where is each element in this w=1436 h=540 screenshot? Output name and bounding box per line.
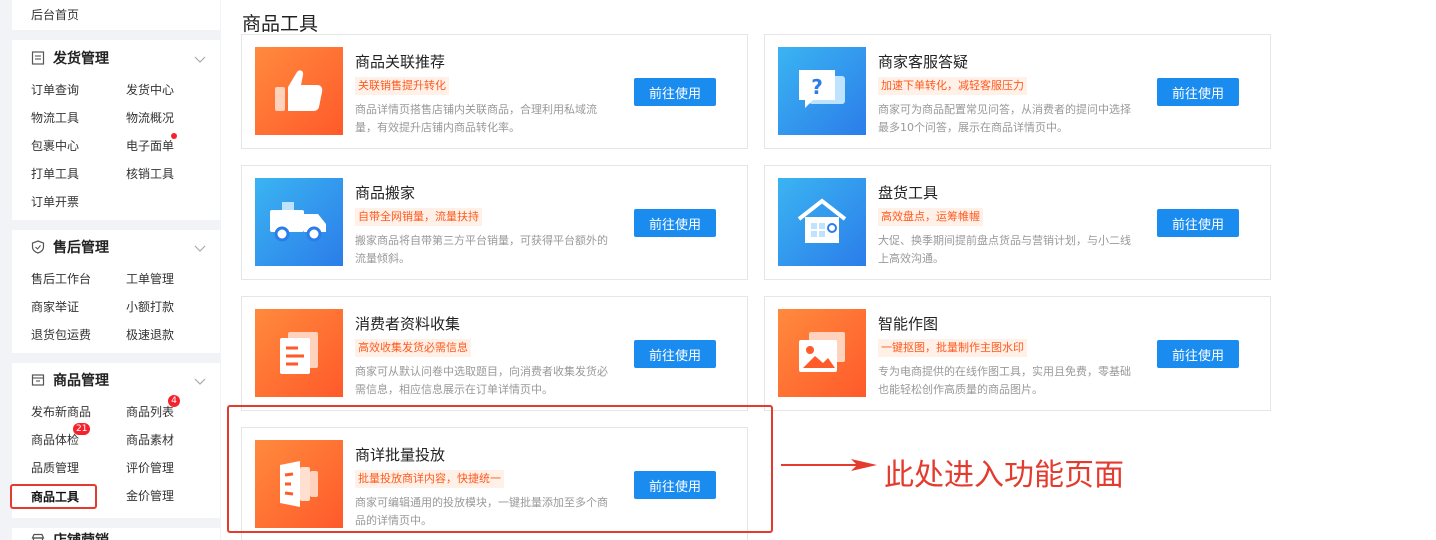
card-title: 商品关联推荐 — [355, 53, 446, 71]
card-description: 商家可从默认问卷中选取题目，向消费者收集发货必需信息，相应信息展示在订单详情页中… — [355, 365, 608, 396]
sidebar-item-print-tools[interactable]: 打单工具 — [31, 165, 79, 182]
store-icon — [31, 533, 46, 540]
sidebar-item-e-waybill[interactable]: 电子面单 — [126, 137, 174, 154]
image-icon — [799, 332, 845, 372]
card-thumbnail — [255, 178, 343, 266]
section-product-header[interactable]: 商品管理 — [31, 370, 207, 390]
sidebar-item-small-payment[interactable]: 小额打款 — [126, 298, 174, 315]
sidebar-item-return-shipping[interactable]: 退货包运费 — [31, 326, 91, 343]
notification-dot — [171, 133, 177, 139]
go-use-button[interactable]: 前往使用 — [1157, 340, 1239, 368]
card-title: 商品搬家 — [355, 184, 416, 202]
svg-text:?: ? — [811, 75, 823, 99]
sidebar-item-after-sales-desk[interactable]: 售后工作台 — [31, 270, 91, 287]
section-title: 店铺营销 — [53, 530, 109, 540]
card-title: 盘货工具 — [878, 184, 939, 202]
sidebar-item-product-list[interactable]: 商品列表 — [126, 403, 174, 420]
sidebar-item-product-check[interactable]: 商品体检 — [31, 431, 79, 448]
section-divider — [12, 30, 220, 40]
card-description: 搬家商品将自带第三方平台销量，可获得平台额外的流量倾斜。 — [355, 234, 608, 265]
sidebar-item-merchant-evidence[interactable]: 商家举证 — [31, 298, 79, 315]
section-shipping-header[interactable]: 发货管理 — [31, 48, 207, 68]
tool-card-related-recommend: 商品关联推荐 关联销售提升转化 商品详情页搭售店铺内关联商品，合理利用私域流量，… — [241, 34, 748, 149]
product-check-badge: 21 — [73, 423, 91, 435]
price-management-prefix: 金 — [126, 489, 139, 503]
section-after-sales-header[interactable]: 售后管理 — [31, 237, 207, 257]
chevron-down-icon[interactable] — [193, 373, 207, 387]
go-use-button[interactable]: 前往使用 — [1157, 78, 1239, 106]
go-use-button[interactable]: 前往使用 — [634, 78, 716, 106]
sidebar-item-new-product[interactable]: 发布新商品 — [31, 403, 91, 420]
card-title: 智能作图 — [878, 315, 939, 333]
section-marketing-header[interactable]: 店铺营销 — [31, 530, 207, 540]
page-title: 商品工具 — [242, 13, 319, 35]
page: 后台首页 发货管理 订单查询 发货中心 物流工具 物流概况 包裹中心 电子面单 … — [0, 0, 1436, 540]
chevron-down-icon[interactable] — [193, 51, 207, 65]
card-tag: 自带全网销量，流量扶持 — [355, 208, 482, 226]
card-thumbnail — [255, 309, 343, 397]
section-title: 售后管理 — [53, 240, 109, 256]
card-tag: 加速下单转化，减轻客服压力 — [878, 77, 1027, 95]
card-thumbnail — [778, 178, 866, 266]
sidebar-item-product-tools[interactable]: 商品工具 — [10, 484, 98, 509]
tool-card-customer-qa: ? 商家客服答疑 加速下单转化，减轻客服压力 商家可为商品配置常见问答，从消费者… — [764, 34, 1271, 149]
section-title: 商品管理 — [53, 373, 109, 389]
annotation-text: 此处进入功能页面 — [884, 458, 1124, 493]
section-divider — [12, 518, 220, 528]
card-thumbnail — [255, 47, 343, 135]
card-description: 大促、换季期间提前盘点货品与营销计划，与小二线上高效沟通。 — [878, 234, 1131, 265]
card-thumbnail — [778, 309, 866, 397]
card-tag: 高效盘点，运筹帷幄 — [878, 208, 983, 226]
annotation-arrow-icon — [781, 459, 877, 471]
card-description: 商品详情页搭售店铺内关联商品，合理利用私域流量，有效提升店铺内商品转化率。 — [355, 103, 597, 134]
sidebar-item-ticket-management[interactable]: 工单管理 — [126, 270, 174, 287]
tool-card-smart-image: 智能作图 一键抠图，批量制作主图水印 专为电商提供的在线作图工具，实用且免费，零… — [764, 296, 1271, 411]
question-chat-icon: ? — [799, 70, 845, 108]
sidebar-item-shipping-center[interactable]: 发货中心 — [126, 81, 174, 98]
tool-card-inventory: 盘货工具 高效盘点，运筹帷幄 大促、换季期间提前盘点货品与营销计划，与小二线上高… — [764, 165, 1271, 280]
card-tag: 一键抠图，批量制作主图水印 — [878, 339, 1027, 357]
go-use-button[interactable]: 前往使用 — [634, 340, 716, 368]
section-divider — [12, 220, 220, 230]
tool-card-consumer-info: 消费者资料收集 高效收集发货必需信息 商家可从默认问卷中选取题目，向消费者收集发… — [241, 296, 748, 411]
sidebar-item-quality[interactable]: 品质管理 — [31, 459, 79, 476]
truck-icon — [270, 202, 326, 242]
section-divider — [12, 353, 220, 363]
sidebar-item-home[interactable]: 后台首页 — [31, 6, 79, 23]
sidebar-item-order-query[interactable]: 订单查询 — [31, 81, 79, 98]
thumbs-up-icon — [275, 70, 323, 111]
sidebar-item-verify-tools[interactable]: 核销工具 — [126, 165, 174, 182]
chevron-down-icon[interactable] — [193, 240, 207, 254]
card-tag: 高效收集发货必需信息 — [355, 339, 471, 357]
go-use-button[interactable]: 前往使用 — [634, 209, 716, 237]
card-title: 消费者资料收集 — [355, 315, 461, 333]
sidebar-item-logistics-overview[interactable]: 物流概况 — [126, 109, 174, 126]
card-description: 专为电商提供的在线作图工具，实用且免费，零基础也能轻松创作高质量的商品图片。 — [878, 365, 1131, 396]
sidebar-item-price-management[interactable]: 金价管理 — [126, 487, 174, 504]
card-thumbnail: ? — [778, 47, 866, 135]
go-use-button[interactable]: 前往使用 — [1157, 209, 1239, 237]
warehouse-icon — [797, 198, 847, 243]
tool-card-product-move: 商品搬家 自带全网销量，流量扶持 搬家商品将自带第三方平台销量，可获得平台额外的… — [241, 165, 748, 280]
price-management-label: 价管理 — [138, 489, 175, 503]
card-description: 商家可为商品配置常见问答，从消费者的提问中选择最多10个问答，展示在商品详情页中… — [878, 103, 1131, 134]
shield-icon — [31, 240, 46, 255]
card-title: 商家客服答疑 — [878, 53, 969, 71]
product-list-badge: 4 — [168, 395, 180, 407]
documents-icon — [280, 332, 318, 374]
sidebar: 后台首页 发货管理 订单查询 发货中心 物流工具 物流概况 包裹中心 电子面单 … — [0, 0, 221, 540]
sidebar-item-reviews[interactable]: 评价管理 — [126, 459, 174, 476]
card-tag: 关联销售提升转化 — [355, 77, 449, 95]
sidebar-item-fast-refund[interactable]: 极速退款 — [126, 326, 174, 343]
sidebar-item-invoice[interactable]: 订单开票 — [31, 193, 79, 210]
annotation-highlight-box — [227, 405, 773, 533]
document-icon — [31, 51, 46, 66]
sidebar-item-package-center[interactable]: 包裹中心 — [31, 137, 79, 154]
section-title: 发货管理 — [53, 51, 109, 67]
sidebar-item-logistics-tools[interactable]: 物流工具 — [31, 109, 79, 126]
sidebar-item-product-assets[interactable]: 商品素材 — [126, 431, 174, 448]
box-icon — [31, 373, 46, 388]
